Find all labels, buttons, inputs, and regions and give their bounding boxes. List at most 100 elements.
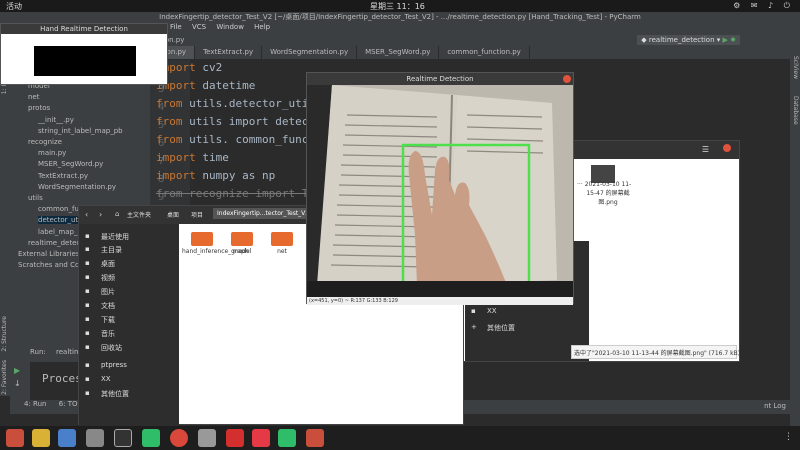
terminal-icon[interactable] — [114, 429, 132, 447]
tree-item[interactable]: main.py — [38, 149, 66, 157]
tree-item[interactable]: MSER_SegWord.py — [38, 160, 103, 168]
app-icon-10[interactable] — [252, 429, 270, 447]
fm-sidebar-item[interactable]: 音乐 — [101, 329, 115, 339]
system-tray[interactable]: ⚙ ✉ ♪ ⏻ — [733, 1, 794, 11]
fm-sidebar-item[interactable]: 其他位置 — [101, 389, 129, 399]
fm-sidebar-item[interactable]: 文档 — [101, 301, 115, 311]
close-icon[interactable] — [563, 75, 571, 83]
sidebar-icon: ▪ — [85, 245, 90, 253]
menu-icon[interactable]: ☰ — [702, 145, 709, 154]
detection-window-title[interactable]: Realtime Detection — [307, 73, 573, 85]
fm-sidebar-item[interactable]: 主目录 — [101, 245, 122, 255]
fm-sidebar-item[interactable]: 视频 — [101, 273, 115, 283]
sciview-tab[interactable]: SciView — [792, 56, 799, 79]
folder-icon[interactable] — [191, 232, 213, 246]
folder-label[interactable]: hand_inference_graph — [182, 248, 249, 255]
pycharm-icon-2[interactable] — [278, 429, 296, 447]
folder-label[interactable]: net — [262, 248, 302, 255]
app-icon-2[interactable] — [32, 429, 50, 447]
tab-textextract[interactable]: TextExtract.py — [195, 46, 263, 59]
app-icon-9[interactable] — [226, 429, 244, 447]
tree-item[interactable]: recognize — [28, 138, 62, 146]
back-icon[interactable]: ‹ — [85, 210, 88, 219]
fm-sidebar-item[interactable]: ptpress — [101, 361, 127, 369]
tree-item[interactable]: label_map_u — [38, 228, 82, 236]
code-line[interactable]: from utils. common_functio — [156, 133, 328, 146]
folder-label[interactable]: model — [222, 248, 262, 255]
activities-button[interactable]: 活动 — [6, 1, 22, 12]
camera-app-icon[interactable] — [86, 429, 104, 447]
app-icon-1[interactable] — [6, 429, 24, 447]
document-icon[interactable] — [58, 429, 76, 447]
folder-icon[interactable] — [271, 232, 293, 246]
fm-sidebar-item[interactable]: 最近使用 — [101, 232, 129, 242]
tab-common-function[interactable]: common_function.py — [439, 46, 530, 59]
tree-item[interactable]: TextExtract.py — [38, 172, 88, 180]
settings-icon[interactable] — [198, 429, 216, 447]
tree-item[interactable]: net — [28, 93, 40, 101]
home-icon[interactable]: ⌂ — [115, 210, 119, 218]
tree-item[interactable]: __init__.py — [38, 116, 74, 124]
favorites-tool-tab[interactable]: 2: Favorites — [1, 360, 8, 395]
menu-file[interactable]: File — [170, 23, 182, 31]
database-tab[interactable]: Database — [792, 96, 799, 125]
fm-sidebar-item[interactable]: 图片 — [101, 287, 115, 297]
sidebar-icon: ▪ — [85, 287, 90, 295]
tree-item[interactable]: protos — [28, 104, 50, 112]
clock[interactable]: 星期三 11：16 — [370, 1, 425, 12]
sidebar-icon: ▪ — [85, 375, 90, 383]
tab-wordsegmentation[interactable]: WordSegmentation.py — [262, 46, 358, 59]
tree-item[interactable]: WordSegmentation.py — [38, 183, 116, 191]
sidebar-icon: ▪ — [85, 232, 90, 240]
sidebar-icon: ▪ — [85, 389, 90, 397]
folder-icon[interactable] — [231, 232, 253, 246]
fm-sidebar: ▪ 最近使用 ▪ 主目录 ▪ 桌面 ▪ 视频 ▪ 图片 ▪ 文档 ▪ 下载 ▪ 音乐 ▪ 回收站 ▪ ptpress ▪… — [79, 224, 179, 426]
fm2-xx[interactable]: XX — [487, 307, 497, 315]
code-line[interactable]: import time — [156, 151, 229, 164]
tree-item[interactable]: utils — [28, 194, 43, 202]
fm-sidebar-item[interactable]: 下载 — [101, 315, 115, 325]
tree-item[interactable]: detector_uti — [38, 216, 81, 225]
close-icon[interactable] — [723, 144, 731, 152]
menu-window[interactable]: Window — [216, 23, 244, 31]
camera-feed — [307, 85, 573, 297]
forward-icon[interactable]: › — [99, 210, 102, 219]
run-config-select[interactable]: ◆ realtime_detection ▾ ▶ ✹ — [637, 35, 740, 45]
chrome-icon[interactable] — [170, 429, 188, 447]
left-tool-strip: 1: Project 2: Structure — [0, 46, 10, 396]
hand-window-title[interactable]: Hand Realtime Detection — [1, 24, 167, 34]
pycharm-icon[interactable] — [142, 429, 160, 447]
tree-item[interactable]: Scratches and Cons — [18, 261, 87, 269]
tab-mser[interactable]: MSER_SegWord.py — [357, 46, 440, 59]
run-tool-tab[interactable]: 4: Run — [24, 400, 46, 408]
tree-item[interactable]: realtime_detec — [28, 239, 80, 247]
camera-icon: ▪ — [471, 307, 476, 315]
crumb-home[interactable]: 主文件夹 — [127, 210, 151, 219]
code-line[interactable]: import numpy as np — [156, 169, 275, 182]
process-output: Proces — [42, 372, 82, 385]
scroll-icon[interactable]: ↓ — [14, 379, 30, 388]
structure-tool-tab[interactable]: 2: Structure — [1, 316, 8, 352]
rerun-icon[interactable]: ▶ — [14, 366, 30, 375]
crumb-project[interactable]: 项目 — [191, 210, 203, 219]
code-line[interactable]: from utils import detector — [156, 115, 328, 128]
fm-sidebar-item[interactable]: XX — [101, 375, 111, 383]
crumb-current[interactable]: IndexFingertip...tector_Test_V2 — [213, 208, 314, 219]
app-icon-12[interactable] — [306, 429, 324, 447]
menu-vcs[interactable]: VCS — [192, 23, 206, 31]
screenshot-file[interactable]: 2021-03-10 11-15-47 的屏幕截图.png — [583, 181, 633, 206]
tree-item[interactable]: common_fun — [38, 205, 83, 213]
tree-item[interactable]: External Libraries — [18, 250, 80, 258]
code-line[interactable]: import datetime — [156, 79, 255, 92]
pixel-readout: (x=451, y=0) ~ R:137 G:133 B:129 — [307, 297, 573, 305]
crumb-desktop[interactable]: 桌面 — [167, 210, 179, 219]
fm-sidebar-item[interactable]: 桌面 — [101, 259, 115, 269]
code-line[interactable]: from utils.detector_utils — [156, 97, 322, 110]
code-line[interactable]: from recognize import Text — [156, 187, 328, 200]
fm-sidebar-item[interactable]: 回收站 — [101, 343, 122, 353]
menu-help[interactable]: Help — [254, 23, 270, 31]
fm2-other[interactable]: 其他位置 — [487, 323, 515, 333]
tree-item[interactable]: string_int_label_map_pb — [38, 127, 123, 135]
event-log-tab[interactable]: nt Log — [764, 402, 786, 410]
apps-grid-icon[interactable]: ⋮ — [784, 432, 793, 442]
